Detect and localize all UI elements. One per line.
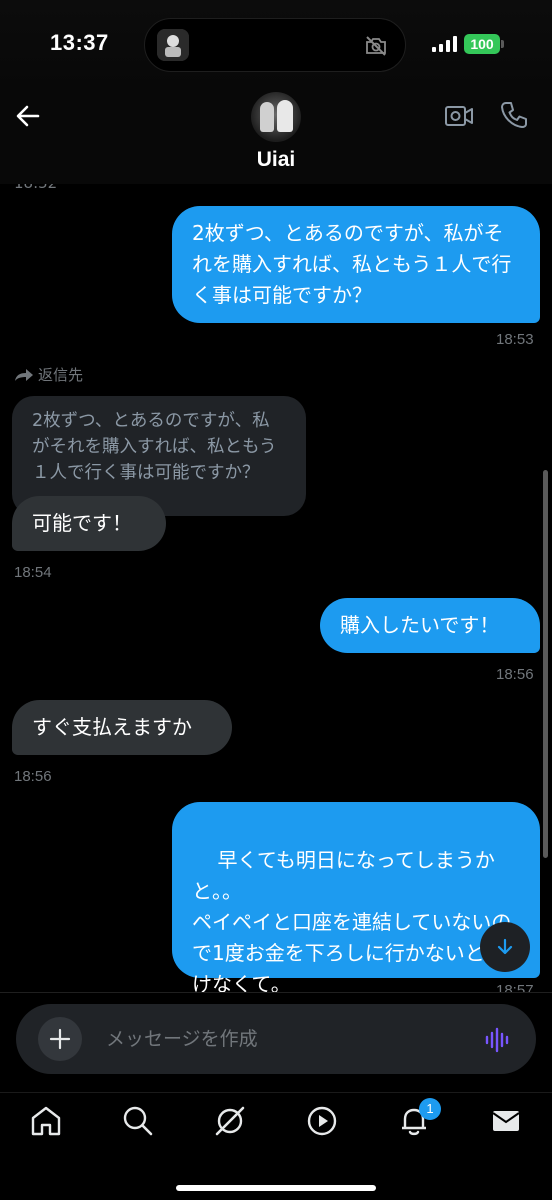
message-timestamp: 18:56 — [14, 768, 52, 785]
video-icon[interactable] — [304, 1103, 340, 1139]
contact-name[interactable]: Uiai — [0, 148, 552, 172]
now-playing-thumbnail — [157, 29, 189, 61]
message-input[interactable] — [106, 1022, 456, 1056]
signal-icon — [432, 36, 457, 52]
composer-divider — [0, 992, 552, 993]
scrollbar[interactable] — [543, 470, 548, 858]
camera-off-icon — [366, 36, 386, 56]
message-text: 可能です！ — [32, 511, 132, 535]
search-icon[interactable] — [120, 1103, 156, 1139]
arrow-down-icon — [497, 938, 513, 955]
home-icon[interactable] — [28, 1103, 64, 1139]
message-timestamp: 18:53 — [496, 331, 534, 348]
reply-arrow-icon — [15, 368, 33, 381]
reply-label: 返信先 — [14, 364, 83, 385]
message-timestamp: 18:52 — [14, 184, 57, 192]
message-timestamp: 18:57 — [496, 982, 534, 992]
conversation-header: Uiai — [0, 92, 552, 184]
notification-badge: 1 — [419, 1098, 441, 1120]
battery-cap — [501, 40, 504, 48]
phone-icon[interactable] — [499, 100, 529, 130]
message-text: 購入したいです！ — [340, 613, 500, 637]
add-attachment-button[interactable] — [38, 1017, 82, 1061]
video-call-icon[interactable] — [444, 102, 474, 130]
scroll-to-bottom-button[interactable] — [480, 922, 530, 972]
incoming-message[interactable]: すぐ支払えますか — [12, 700, 232, 755]
home-indicator[interactable] — [176, 1185, 376, 1191]
dynamic-island — [144, 18, 406, 72]
contact-avatar[interactable] — [251, 92, 301, 142]
status-bar: 13:37 100 — [0, 0, 552, 92]
message-composer — [16, 1004, 536, 1074]
outgoing-message[interactable]: 2枚ずつ、とあるのですが、私がそれを購入すれば、私ともう１人で行く事は可能ですか… — [172, 206, 540, 323]
battery-icon: 100 — [464, 34, 500, 54]
message-timestamp: 18:54 — [14, 564, 52, 581]
bottom-navigation: 1 — [0, 1092, 552, 1200]
outgoing-message[interactable]: 購入したいです！ — [320, 598, 540, 653]
voice-message-icon[interactable] — [484, 1026, 512, 1054]
incoming-message[interactable]: 可能です！ — [12, 496, 166, 551]
message-text: すぐ支払えますか — [32, 715, 192, 739]
quoted-text: 2枚ずつ、とあるのですが、私がそれを購入すれば、私ともう１人で行く事は可能ですか… — [32, 411, 277, 483]
messages-icon[interactable] — [488, 1103, 524, 1139]
plus-icon — [49, 1028, 71, 1050]
message-text: 2枚ずつ、とあるのですが、私がそれを購入すれば、私ともう１人で行く事は可能ですか… — [192, 221, 512, 307]
status-time: 13:37 — [50, 30, 109, 55]
message-text: 早くても明日になってしまうかと。。 ペイペイと口座を連結していないので1度お金を… — [192, 848, 512, 992]
grok-icon[interactable] — [212, 1103, 248, 1139]
message-list[interactable]: 18:52 2枚ずつ、とあるのですが、私がそれを購入すれば、私ともう１人で行く事… — [0, 184, 552, 992]
reply-label-text: 返信先 — [38, 366, 84, 384]
message-timestamp: 18:56 — [496, 666, 534, 683]
back-arrow-icon[interactable] — [14, 102, 42, 130]
